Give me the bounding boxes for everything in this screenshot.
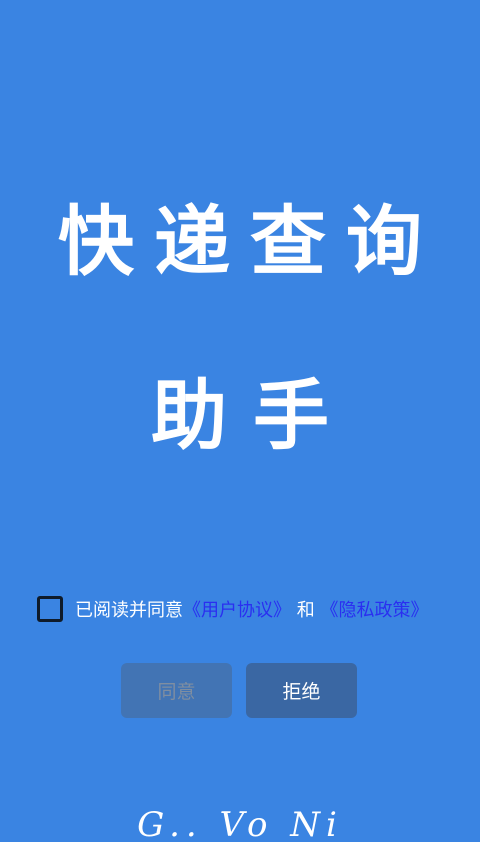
consent-text: 已阅读并同意《用户协议》 和 《隐私政策》 [75,596,428,622]
app-title-line-2: 助手 [151,371,355,460]
app-title-line-1: 快递查询 [58,197,442,286]
splash-screen: 快递查询 助手 已阅读并同意《用户协议》 和 《隐私政策》 同意 拒绝 G.. … [0,0,480,842]
agree-button[interactable]: 同意 [121,663,232,718]
footer-signature: G.. Vo Ni [137,808,343,842]
consent-checkbox[interactable] [37,596,63,622]
privacy-policy-link[interactable]: 《隐私政策》 [320,600,428,621]
consent-prefix: 已阅读并同意 [75,600,183,621]
consent-conjunction: 和 [296,600,315,621]
reject-button[interactable]: 拒绝 [246,663,357,718]
user-agreement-link[interactable]: 《用户协议》 [183,600,291,621]
consent-row: 已阅读并同意《用户协议》 和 《隐私政策》 [37,595,467,623]
